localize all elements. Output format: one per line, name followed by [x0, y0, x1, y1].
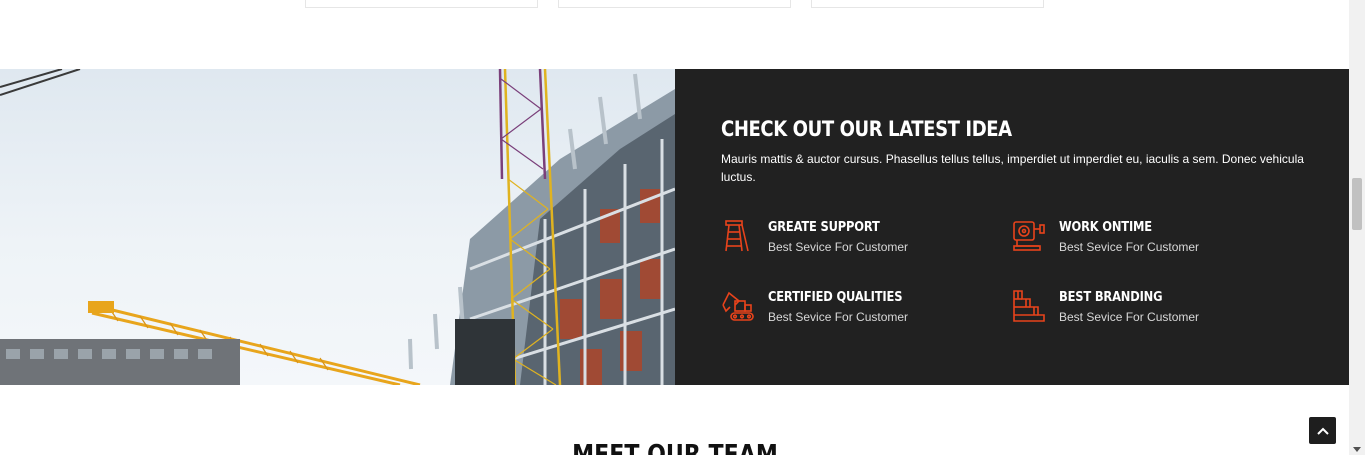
feature-greate-support: GREATE SUPPORT Best Sevice For Customer [721, 219, 981, 259]
feature-subtitle: Best Sevice For Customer [1059, 310, 1200, 324]
feature-title: GREATE SUPPORT [768, 219, 880, 235]
excavator-icon [721, 289, 755, 323]
feature-best-branding: BEST BRANDING Best Sevice For Customer [1012, 289, 1272, 329]
stairs-icon [1012, 289, 1046, 323]
feature-work-ontime: WORK ONTIME Best Sevice For Customer [1012, 219, 1272, 259]
feature-subtitle: Best Sevice For Customer [768, 240, 909, 254]
service-card [558, 0, 791, 8]
feature-title: BEST BRANDING [1059, 289, 1163, 305]
feature-subtitle: Best Sevice For Customer [768, 310, 909, 324]
scroll-down-arrow-icon[interactable] [1353, 447, 1361, 452]
chevron-up-icon [1316, 422, 1329, 440]
feature-certified-qualities: CERTIFIED QUALITIES Best Sevice For Cust… [721, 289, 981, 329]
section-title: CHECK OUT OUR LATEST IDEA [721, 117, 1012, 141]
back-to-top-button[interactable] [1309, 417, 1336, 444]
feature-title: WORK ONTIME [1059, 219, 1152, 235]
feature-subtitle: Best Sevice For Customer [1059, 240, 1200, 254]
construction-photo [0, 69, 675, 385]
service-card [811, 0, 1044, 8]
team-section-title: MEET OUR TEAM [571, 440, 778, 455]
scrollbar-thumb[interactable] [1352, 178, 1362, 230]
section-description: Mauris mattis & auctor cursus. Phasellus… [721, 152, 1304, 184]
feature-title: CERTIFIED QUALITIES [768, 289, 903, 305]
page-scrollbar[interactable] [1349, 0, 1365, 455]
latest-idea-section: CHECK OUT OUR LATEST IDEA Mauris mattis … [0, 69, 1349, 385]
latest-idea-panel: CHECK OUT OUR LATEST IDEA Mauris mattis … [675, 69, 1349, 385]
service-card [305, 0, 538, 8]
power-drill-icon [1012, 219, 1046, 253]
ladder-icon [721, 219, 755, 253]
service-cards-row [0, 0, 1349, 69]
